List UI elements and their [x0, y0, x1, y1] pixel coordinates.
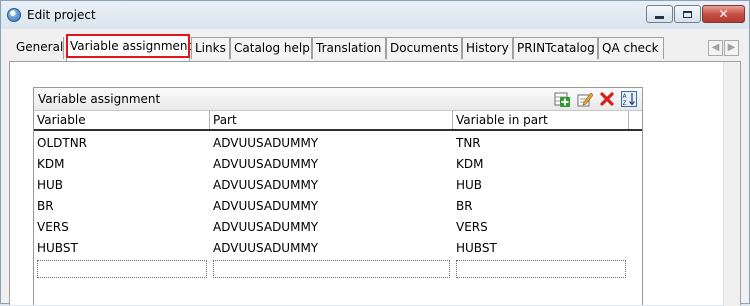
part-cell: ADVUUSADUMMY — [213, 136, 319, 150]
tab-label: History — [466, 41, 509, 55]
tab-qa-check[interactable]: QA check — [598, 37, 664, 59]
tab-label: Translation — [316, 41, 382, 55]
svg-text:Z: Z — [623, 100, 627, 107]
column-header-row: Variable Part Variable in part — [34, 111, 642, 131]
variable-cell: HUBST — [37, 241, 78, 255]
tab-history[interactable]: History — [462, 37, 513, 59]
variable-in-part-cell: HUBST — [456, 241, 497, 255]
column-label: Variable in part — [456, 113, 548, 127]
variable-cell: VERS — [37, 220, 69, 234]
tab-label: PRINTcatalog — [517, 41, 595, 55]
tab-printcatalog[interactable]: PRINTcatalog — [513, 37, 598, 59]
part-cell: ADVUUSADUMMY — [213, 220, 319, 234]
minimize-icon — [655, 15, 664, 19]
add-row-icon[interactable] — [554, 91, 570, 107]
table-row[interactable]: VERS ADVUUSADUMMY VERS — [34, 217, 642, 238]
column-label: Variable — [37, 113, 86, 127]
table-row[interactable]: HUB ADVUUSADUMMY HUB — [34, 175, 642, 196]
title-bar[interactable]: Edit project ✕ — [1, 1, 749, 29]
variable-assignment-panel: Variable assignment A Z Variable Part Va… — [33, 87, 643, 305]
maximize-icon — [683, 10, 692, 18]
column-header-part[interactable]: Part — [210, 111, 453, 129]
tab-catalog-help[interactable]: Catalog help — [230, 37, 312, 59]
maximize-button[interactable] — [674, 5, 701, 23]
new-entry-row — [34, 260, 642, 281]
panel-title: Variable assignment — [38, 92, 161, 106]
delete-icon[interactable] — [599, 91, 615, 107]
variable-in-part-cell: BR — [456, 199, 473, 213]
part-cell: ADVUUSADUMMY — [213, 178, 319, 192]
table-row[interactable]: KDM ADVUUSADUMMY KDM — [34, 154, 642, 175]
part-cell: ADVUUSADUMMY — [213, 199, 319, 213]
chevron-right-icon: ▶ — [727, 42, 736, 53]
tab-label: Variable assignment — [70, 39, 193, 53]
variable-cell: BR — [37, 199, 54, 213]
vertical-scrollbar[interactable] — [723, 62, 740, 306]
table-row[interactable]: BR ADVUUSADUMMY BR — [34, 196, 642, 217]
part-cell: ADVUUSADUMMY — [213, 241, 319, 255]
tab-label: Documents — [390, 41, 459, 55]
variable-cell: KDM — [37, 157, 65, 171]
column-label: Part — [213, 113, 237, 127]
table-row[interactable]: HUBST ADVUUSADUMMY HUBST — [34, 238, 642, 259]
variable-in-part-cell: HUB — [456, 178, 483, 192]
close-icon: ✕ — [718, 7, 729, 21]
tab-label: QA check — [602, 41, 659, 55]
variable-cell: HUB — [37, 178, 64, 192]
variable-in-part-cell: TNR — [456, 136, 481, 150]
variable-in-part-cell: KDM — [456, 157, 484, 171]
tab-scroll-right-button[interactable]: ▶ — [724, 40, 739, 56]
new-part-input[interactable] — [213, 260, 450, 278]
chevron-left-icon: ◀ — [711, 42, 720, 53]
panel-header: Variable assignment A Z — [34, 88, 642, 111]
tab-label: Links — [195, 41, 226, 55]
tab-bar: General Variable assignment Links Catalo… — [1, 29, 749, 62]
tab-variable-assignment[interactable]: Variable assignment — [66, 34, 193, 61]
tab-documents[interactable]: Documents — [386, 37, 462, 59]
new-variable-input[interactable] — [37, 260, 207, 278]
tab-general[interactable]: General — [13, 37, 64, 59]
tab-translation[interactable]: Translation — [312, 37, 386, 59]
edit-project-window: Edit project ✕ General Variable assignme… — [0, 0, 750, 306]
variable-cell: OLDTNR — [37, 136, 88, 150]
window-title: Edit project — [27, 8, 96, 22]
tab-scroll-left-button[interactable]: ◀ — [708, 40, 723, 56]
tab-label: Catalog help — [234, 41, 310, 55]
edit-icon[interactable] — [577, 91, 593, 107]
table-row[interactable]: OLDTNR ADVUUSADUMMY TNR — [34, 133, 642, 154]
sort-icon[interactable]: A Z — [621, 91, 637, 107]
tab-label: General — [16, 40, 64, 54]
close-button[interactable]: ✕ — [702, 5, 745, 23]
column-header-variable[interactable]: Variable — [34, 111, 210, 129]
part-cell: ADVUUSADUMMY — [213, 157, 319, 171]
tab-links[interactable]: Links — [191, 37, 230, 59]
app-icon — [7, 8, 21, 22]
column-header-variable-in-part[interactable]: Variable in part — [453, 111, 629, 129]
minimize-button[interactable] — [646, 5, 673, 23]
variable-in-part-cell: VERS — [456, 220, 488, 234]
new-variable-in-part-input[interactable] — [456, 260, 626, 278]
